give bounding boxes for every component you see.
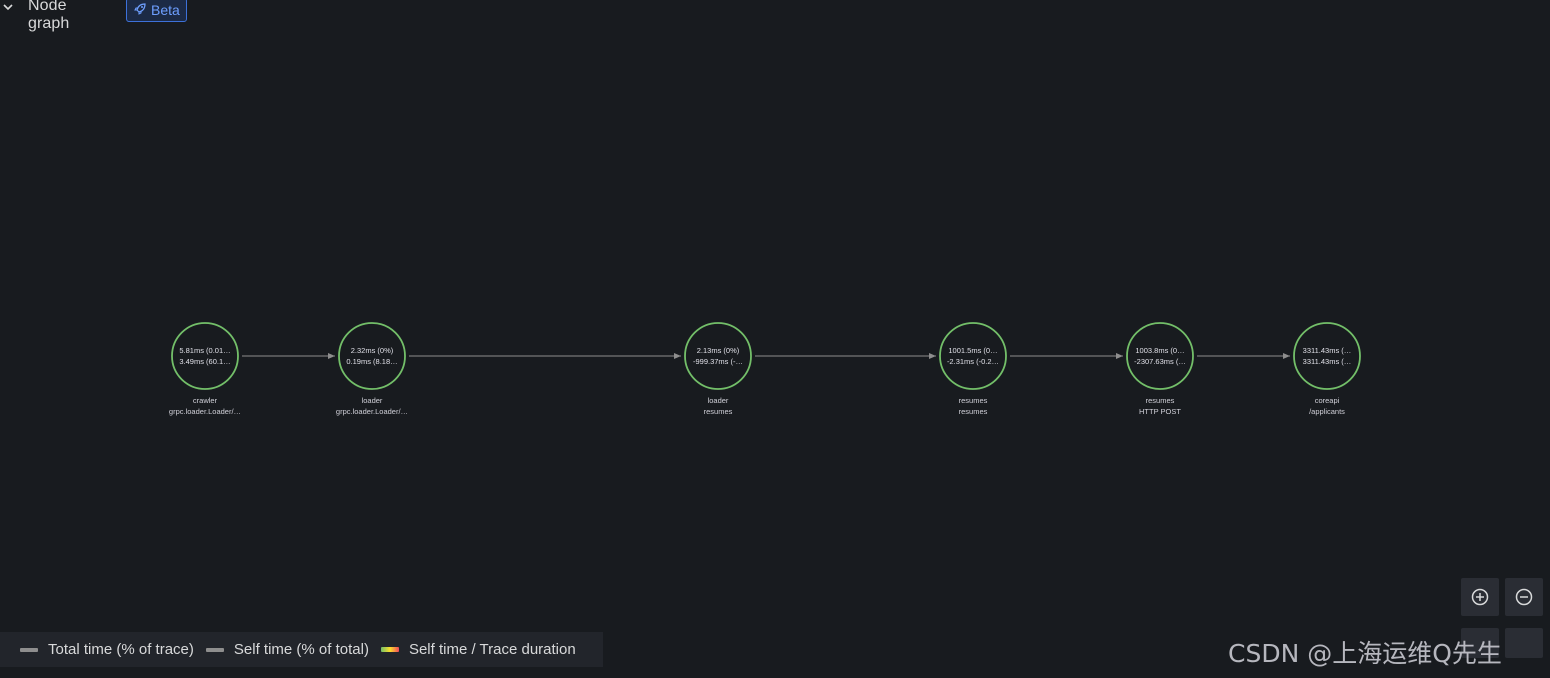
node-circle[interactable]: [338, 322, 406, 390]
node-circle[interactable]: [684, 322, 752, 390]
node-circle[interactable]: [939, 322, 1007, 390]
zoom-out-button[interactable]: [1505, 578, 1543, 616]
legend-item-self-time: Self time (% of total): [205, 641, 369, 658]
legend-swatch-gradient: [380, 647, 399, 652]
node-circle[interactable]: [1126, 322, 1194, 390]
node-subtitle: resumes: [704, 407, 733, 416]
node-stat-total: 1003.8ms (0…: [1135, 346, 1184, 355]
node-title: resumes: [1146, 396, 1175, 405]
node-subtitle: grpc.loader.Loader/…: [169, 407, 241, 416]
node-stat-self: -2.31ms (-0.2…: [947, 357, 999, 366]
node-stat-total: 1001.5ms (0…: [948, 346, 997, 355]
node-stat-self: 3.49ms (60.1…: [179, 357, 230, 366]
nodes-layer: 5.81ms (0.01… 3.49ms (60.1… crawler grpc.lo…: [169, 322, 1361, 416]
legend-label: Total time (% of trace): [48, 641, 194, 658]
zoom-in-button[interactable]: [1461, 578, 1499, 616]
node-stat-self: 0.19ms (8.18…: [346, 357, 397, 366]
node-subtitle: resumes: [959, 407, 988, 416]
legend-swatch: [20, 647, 38, 652]
node-subtitle: HTTP POST: [1139, 407, 1181, 416]
legend-item-self-time-trace: Self time / Trace duration: [380, 641, 576, 658]
graph-node-crawler[interactable]: 5.81ms (0.01… 3.49ms (60.1… crawler grpc.lo…: [169, 322, 241, 416]
node-stat-total: 2.32ms (0%): [351, 346, 394, 355]
legend: Total time (% of trace) Self time (% of …: [0, 632, 603, 667]
node-circle[interactable]: [1293, 322, 1361, 390]
legend-swatch: [205, 647, 224, 652]
node-title: crawler: [193, 396, 218, 405]
node-stat-total: 5.81ms (0.01…: [179, 346, 230, 355]
node-stat-self: 3311.43ms (…: [1303, 357, 1352, 366]
legend-label: Self time / Trace duration: [408, 641, 576, 658]
legend-label: Self time (% of total): [233, 641, 369, 658]
watermark: CSDN @上海运维Q先生: [1228, 639, 1502, 668]
graph-node-resumes-post[interactable]: 1003.8ms (0… -2307.63ms (… resumes HTTP POS…: [1126, 322, 1194, 416]
node-circle[interactable]: [171, 322, 239, 390]
node-stat-self: -999.37ms (-…: [693, 357, 743, 366]
node-title: coreapi: [1315, 396, 1340, 405]
graph-node-resumes-resumes[interactable]: 1001.5ms (0… -2.31ms (-0.2… resumes resumes: [939, 322, 1007, 416]
node-title: loader: [362, 396, 383, 405]
legend-item-total-time: Total time (% of trace): [20, 641, 194, 658]
zoom-out-icon: [1515, 588, 1533, 606]
graph-node-coreapi[interactable]: 3311.43ms (… 3311.43ms (… coreapi/applican…: [1293, 322, 1361, 416]
node-stat-self: -2307.63ms (…: [1134, 357, 1186, 366]
node-stat-total: 2.13ms (0%): [697, 346, 740, 355]
graph-node-loader-grpc[interactable]: 2.32ms (0%) 0.19ms (8.18… loader grpc.loade…: [336, 322, 408, 416]
zoom-in-icon: [1471, 588, 1489, 606]
node-title: resumes: [959, 396, 988, 405]
node-subtitle: /applicants: [1309, 407, 1345, 416]
node-graph-canvas[interactable]: 5.81ms (0.01… 3.49ms (60.1… crawler grpc.lo…: [0, 0, 1550, 678]
node-title: loader: [708, 396, 729, 405]
view-button[interactable]: [1505, 628, 1543, 658]
node-subtitle: grpc.loader.Loader/…: [336, 407, 408, 416]
node-stat-total: 3311.43ms (…: [1303, 346, 1352, 355]
graph-node-loader-resumes[interactable]: 2.13ms (0%) -999.37ms (-… loader resumes: [684, 322, 752, 416]
